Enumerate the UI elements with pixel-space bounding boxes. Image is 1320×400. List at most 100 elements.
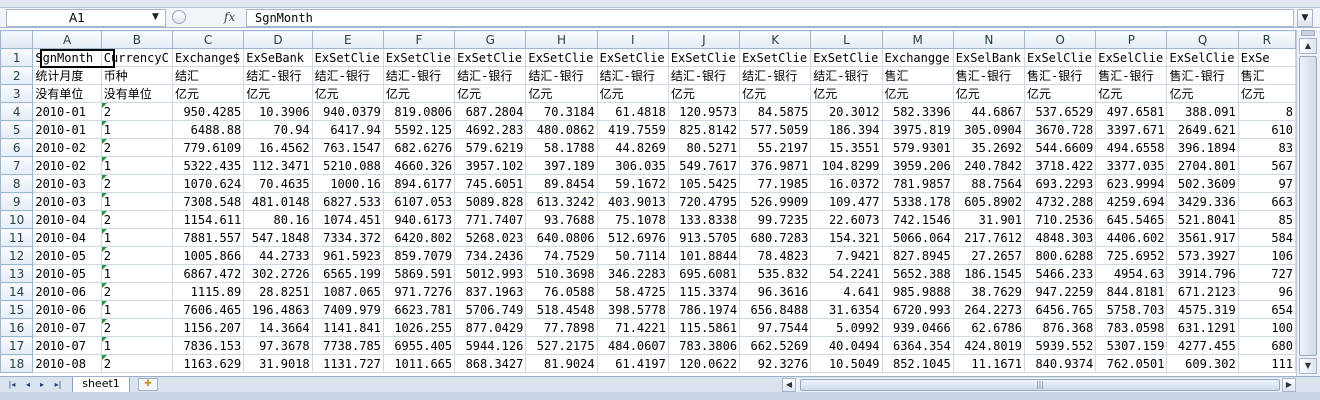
row-header[interactable]: 4: [0, 102, 34, 121]
cell[interactable]: 11.1671: [952, 354, 1026, 373]
cell[interactable]: 2: [100, 282, 174, 301]
cell[interactable]: 2010-02: [32, 156, 102, 175]
cell[interactable]: 1000.16: [311, 174, 384, 193]
cell[interactable]: 1: [100, 192, 174, 211]
cell[interactable]: 2: [100, 354, 174, 373]
cell[interactable]: 2010-07: [32, 336, 102, 355]
cell[interactable]: 971.7276: [382, 282, 456, 301]
cell[interactable]: 582.3396: [881, 102, 954, 121]
cell[interactable]: 83: [1237, 138, 1296, 157]
cell[interactable]: 742.1546: [881, 210, 954, 229]
cell[interactable]: 62.6786: [952, 318, 1026, 337]
cell[interactable]: 5869.591: [382, 264, 456, 283]
cell[interactable]: 610: [1237, 120, 1296, 139]
cell[interactable]: 480.0862: [525, 120, 598, 139]
cell[interactable]: SgnMonth: [32, 48, 102, 67]
cell[interactable]: 10.3906: [243, 102, 313, 121]
cell[interactable]: 亿元: [1166, 84, 1239, 103]
cell[interactable]: 1005.866: [171, 246, 245, 265]
cell[interactable]: 7881.557: [171, 228, 245, 247]
cell[interactable]: 50.7114: [596, 246, 669, 265]
row-header[interactable]: 9: [0, 192, 34, 211]
cell[interactable]: ExSetClie: [525, 48, 598, 67]
cell[interactable]: 771.7407: [454, 210, 527, 229]
cell[interactable]: ExSelClie: [1095, 48, 1168, 67]
cell[interactable]: 5466.233: [1023, 264, 1097, 283]
cell[interactable]: 631.1291: [1166, 318, 1239, 337]
cell[interactable]: ExSelBank: [952, 48, 1026, 67]
cell[interactable]: 720.4795: [667, 192, 741, 211]
cell[interactable]: 2649.621: [1166, 120, 1239, 139]
column-header-d[interactable]: D: [243, 30, 313, 49]
cell[interactable]: 1: [100, 120, 174, 139]
cell[interactable]: 101.8844: [667, 246, 741, 265]
cell[interactable]: 4660.326: [382, 156, 456, 175]
cell[interactable]: 484.0607: [596, 336, 669, 355]
cell[interactable]: 结汇-银行: [667, 66, 741, 85]
cell[interactable]: 819.0806: [382, 102, 456, 121]
cell[interactable]: 75.1078: [596, 210, 669, 229]
cell[interactable]: 1: [100, 264, 174, 283]
cell[interactable]: 5012.993: [454, 264, 527, 283]
cell[interactable]: 800.6288: [1023, 246, 1097, 265]
cell[interactable]: 80.16: [243, 210, 313, 229]
cell[interactable]: 5758.703: [1095, 300, 1168, 319]
cell[interactable]: 111: [1237, 354, 1296, 373]
cell[interactable]: 16.4562: [243, 138, 313, 157]
cell[interactable]: 781.9857: [881, 174, 954, 193]
cell[interactable]: 70.3184: [525, 102, 598, 121]
cell[interactable]: 5944.126: [454, 336, 527, 355]
cell[interactable]: 亿元: [1095, 84, 1168, 103]
cell[interactable]: 6827.533: [311, 192, 384, 211]
scroll-right-icon[interactable]: ▶: [1282, 378, 1296, 392]
cell[interactable]: 481.0148: [243, 192, 313, 211]
cell[interactable]: 663: [1237, 192, 1296, 211]
cell[interactable]: 97.7544: [739, 318, 812, 337]
cell[interactable]: 5322.435: [171, 156, 245, 175]
cell[interactable]: 1026.255: [382, 318, 456, 337]
cell[interactable]: 3959.206: [881, 156, 954, 175]
cell[interactable]: 亿元: [596, 84, 669, 103]
row-header[interactable]: 15: [0, 300, 34, 319]
scroll-down-icon[interactable]: ▼: [1299, 358, 1317, 374]
cell[interactable]: 76.0588: [525, 282, 598, 301]
cell[interactable]: 710.2536: [1023, 210, 1097, 229]
cell[interactable]: ExSelClie: [1166, 48, 1239, 67]
cell[interactable]: 6720.993: [881, 300, 954, 319]
cell[interactable]: 没有单位: [32, 84, 102, 103]
cell[interactable]: 5066.064: [881, 228, 954, 247]
cell[interactable]: 1: [100, 336, 174, 355]
cell[interactable]: 3975.819: [881, 120, 954, 139]
cell[interactable]: 656.8488: [739, 300, 812, 319]
cell[interactable]: 640.0806: [525, 228, 598, 247]
cell[interactable]: 1087.065: [311, 282, 384, 301]
cell[interactable]: 亿元: [952, 84, 1026, 103]
cell[interactable]: CurrencyC: [100, 48, 174, 67]
cell[interactable]: 1163.629: [171, 354, 245, 373]
column-header-i[interactable]: I: [596, 30, 669, 49]
cell[interactable]: 售汇: [1237, 66, 1296, 85]
cell[interactable]: 4.641: [810, 282, 883, 301]
cell[interactable]: 5592.125: [382, 120, 456, 139]
cell[interactable]: 84.5875: [739, 102, 812, 121]
cell[interactable]: 结汇-银行: [382, 66, 456, 85]
cell[interactable]: 6456.765: [1023, 300, 1097, 319]
cell[interactable]: 762.0501: [1095, 354, 1168, 373]
column-header-r[interactable]: R: [1237, 30, 1296, 49]
cell[interactable]: 31.901: [952, 210, 1026, 229]
cell[interactable]: 38.7629: [952, 282, 1026, 301]
cell-table[interactable]: ABCDEFGHIJKLMNOPQR 1 SgnMonth CurrencyC Exc…: [0, 30, 1296, 373]
cell[interactable]: 1074.451: [311, 210, 384, 229]
cell[interactable]: 77.1985: [739, 174, 812, 193]
cell[interactable]: 61.4197: [596, 354, 669, 373]
cell[interactable]: 725.6952: [1095, 246, 1168, 265]
cell[interactable]: 74.7529: [525, 246, 598, 265]
cell[interactable]: 55.2197: [739, 138, 812, 157]
cell[interactable]: 99.7235: [739, 210, 812, 229]
cell[interactable]: 133.8338: [667, 210, 741, 229]
cell[interactable]: 币种: [100, 66, 174, 85]
cell[interactable]: 78.4823: [739, 246, 812, 265]
name-box[interactable]: A1: [6, 9, 166, 27]
cell[interactable]: 2010-03: [32, 174, 102, 193]
cell[interactable]: 535.832: [739, 264, 812, 283]
